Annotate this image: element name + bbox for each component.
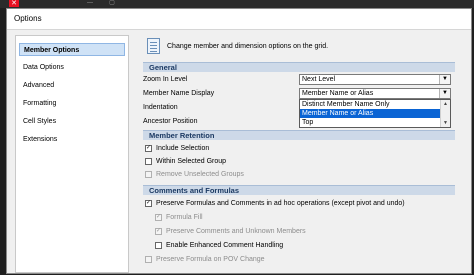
sidebar-item-cell-styles[interactable]: Cell Styles: [19, 115, 125, 128]
preserve-pov-label: Preserve Formula on POV Change: [156, 256, 265, 263]
page-description: Change member and dimension options on t…: [167, 43, 329, 50]
section-comments-formulas: Comments and Formulas: [143, 185, 455, 195]
enable-comment-handling-checkbox[interactable]: [155, 242, 162, 249]
indentation-label: Indentation: [143, 104, 178, 111]
document-settings-icon: [147, 38, 160, 54]
sidebar-item-formatting[interactable]: Formatting: [19, 97, 125, 110]
zoom-in-level-label: Zoom In Level: [143, 76, 188, 83]
dialog-title: Options: [14, 14, 42, 23]
sidebar-item-data-options[interactable]: Data Options: [19, 61, 125, 74]
options-content: Change member and dimension options on t…: [135, 35, 471, 275]
section-general: General: [143, 62, 455, 72]
dialog-titlebar: Options: [7, 9, 471, 30]
chevron-down-icon[interactable]: ▼: [439, 89, 450, 98]
remove-unselected-groups-label: Remove Unselected Groups: [156, 171, 244, 178]
sidebar-item-member-options[interactable]: Member Options: [19, 43, 125, 56]
close-icon[interactable]: ✕: [9, 0, 19, 7]
options-sidebar: Member Options Data Options Advanced For…: [15, 35, 129, 273]
scroll-down-icon[interactable]: ▼: [441, 119, 450, 127]
scroll-up-icon[interactable]: ▲: [441, 100, 450, 108]
zoom-in-level-value: Next Level: [302, 76, 336, 83]
section-member-retention: Member Retention: [143, 130, 455, 140]
member-name-dropdown-list[interactable]: Distinct Member Name Only Member Name or…: [299, 99, 451, 128]
window-top-bar: ✕ — ▢: [0, 0, 474, 8]
preserve-comments-checkbox: ✓: [155, 228, 162, 235]
member-name-display-label: Member Name Display: [143, 90, 215, 97]
zoom-in-level-select[interactable]: Next Level ▼: [299, 74, 451, 85]
dropdown-scrollbar[interactable]: ▲ ▼: [440, 100, 450, 127]
member-name-display-select[interactable]: Member Name or Alias ▼: [299, 88, 451, 99]
sidebar-item-advanced[interactable]: Advanced: [19, 79, 125, 92]
include-selection-checkbox[interactable]: ✓: [145, 145, 152, 152]
preserve-formulas-checkbox[interactable]: ✓: [145, 200, 152, 207]
within-selected-group-label[interactable]: Within Selected Group: [156, 157, 226, 166]
sidebar-item-extensions[interactable]: Extensions: [19, 133, 125, 146]
preserve-pov-checkbox: [145, 256, 152, 263]
maximize-icon[interactable]: ▢: [104, 0, 120, 7]
dropdown-option-name-or-alias[interactable]: Member Name or Alias: [300, 109, 441, 118]
member-name-display-value: Member Name or Alias: [302, 90, 374, 97]
preserve-formulas-label[interactable]: Preserve Formulas and Comments in ad hoc…: [156, 199, 405, 208]
include-selection-label[interactable]: Include Selection: [156, 144, 209, 153]
within-selected-group-checkbox[interactable]: [145, 158, 152, 165]
preserve-comments-label: Preserve Comments and Unknown Members: [166, 228, 306, 235]
formula-fill-label: Formula Fill: [166, 214, 203, 221]
dropdown-option-top[interactable]: Top: [300, 118, 441, 127]
options-dialog: Options Member Options Data Options Adva…: [6, 8, 472, 274]
dropdown-option-distinct[interactable]: Distinct Member Name Only: [300, 100, 441, 109]
enable-comment-handling-label[interactable]: Enable Enhanced Comment Handling: [166, 241, 283, 250]
chevron-down-icon[interactable]: ▼: [439, 75, 450, 84]
ancestor-position-label: Ancestor Position: [143, 118, 198, 125]
remove-unselected-groups-checkbox: [145, 171, 152, 178]
minimize-icon[interactable]: —: [82, 0, 98, 7]
formula-fill-checkbox: ✓: [155, 214, 162, 221]
